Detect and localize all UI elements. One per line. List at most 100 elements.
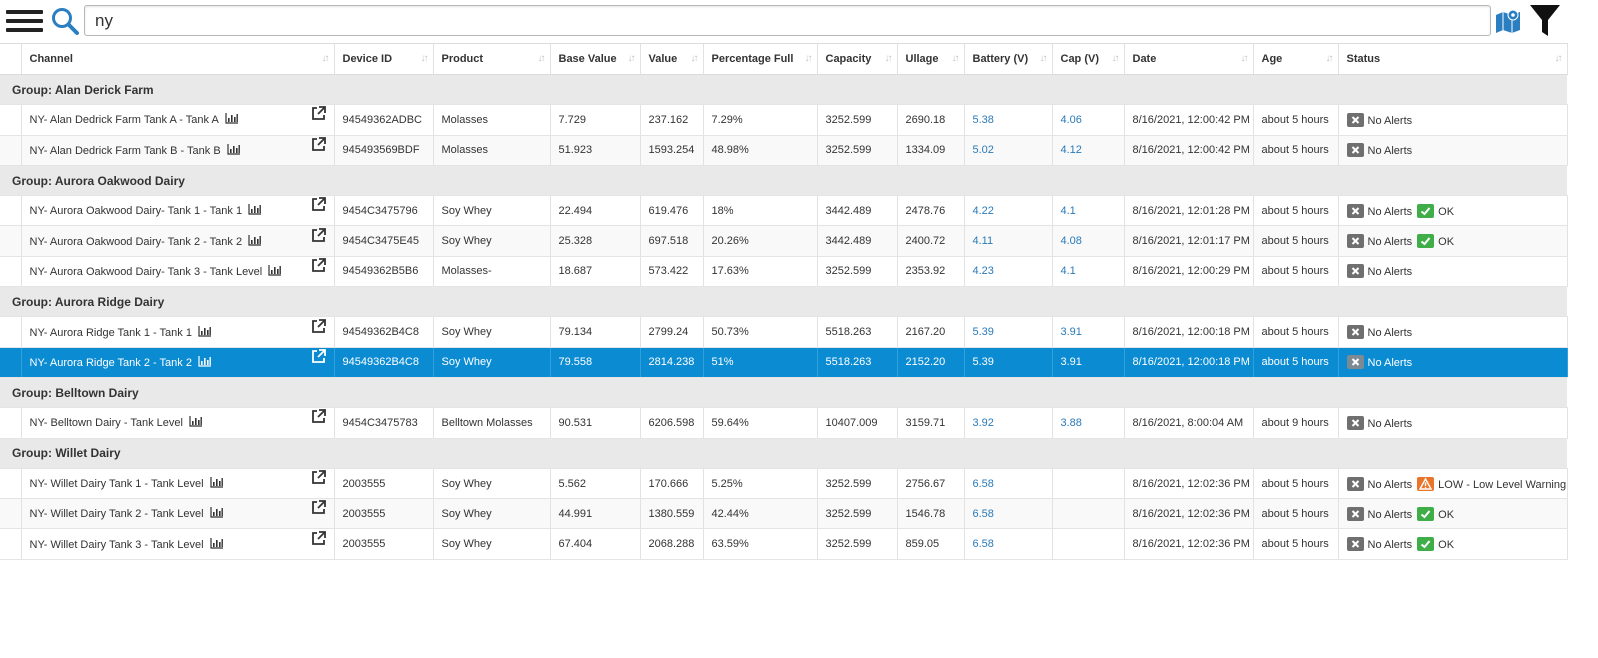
channel-cell[interactable]: NY- Willet Dairy Tank 1 - Tank Level — [21, 468, 335, 500]
column-header-age[interactable]: Age ↓↑ — [1253, 43, 1339, 75]
column-header-product[interactable]: Product ↓↑ — [433, 43, 551, 75]
funnel-filter-icon[interactable] — [1529, 3, 1561, 39]
table-row[interactable]: NY- Aurora Oakwood Dairy- Tank 2 - Tank … — [0, 225, 1568, 257]
sort-arrows-icon[interactable]: ↓↑ — [538, 53, 546, 64]
battery-cell[interactable]: 6.58 — [964, 468, 1053, 500]
column-header-ullage[interactable]: Ullage ↓↑ — [897, 43, 965, 75]
cap-cell[interactable]: 4.08 — [1052, 225, 1125, 257]
table-row[interactable]: NY- Aurora Oakwood Dairy- Tank 1 - Tank … — [0, 195, 1568, 227]
map-marker-icon[interactable] — [1494, 7, 1522, 35]
group-header-row[interactable]: Group: Belltown Dairy — [0, 377, 1567, 409]
channel-cell[interactable]: NY- Alan Dedrick Farm Tank B - Tank B — [21, 135, 335, 166]
channel-cell[interactable]: NY- Willet Dairy Tank 2 - Tank Level — [21, 498, 335, 530]
hamburger-menu-icon[interactable] — [6, 7, 43, 35]
bar-chart-icon[interactable] — [248, 234, 262, 246]
channel-cell[interactable]: NY- Aurora Oakwood Dairy- Tank 2 - Tank … — [21, 225, 335, 257]
column-header-battery[interactable]: Battery (V) ↓↑ — [964, 43, 1053, 75]
battery-cell[interactable]: 5.38 — [964, 104, 1053, 136]
bar-chart-icon[interactable] — [227, 143, 241, 155]
row-selector-cell[interactable] — [0, 528, 22, 560]
row-selector-cell[interactable] — [0, 347, 22, 378]
channel-cell[interactable]: NY- Belltown Dairy - Tank Level — [21, 407, 335, 439]
channel-cell[interactable]: NY- Aurora Ridge Tank 1 - Tank 1 — [21, 316, 335, 348]
battery-cell[interactable]: 5.39 — [964, 347, 1053, 378]
external-link-icon[interactable] — [311, 258, 326, 273]
bar-chart-icon[interactable] — [198, 325, 212, 337]
table-row[interactable]: NY- Aurora Oakwood Dairy- Tank 3 - Tank … — [0, 256, 1568, 288]
row-selector-cell[interactable] — [0, 256, 22, 288]
sort-arrows-icon[interactable]: ↓↑ — [1040, 53, 1048, 64]
row-selector-cell[interactable] — [0, 498, 22, 530]
column-header-date[interactable]: Date ↓↑ — [1124, 43, 1254, 75]
table-row[interactable]: NY- Willet Dairy Tank 2 - Tank Level 200… — [0, 498, 1568, 530]
sort-arrows-icon[interactable]: ↓↑ — [805, 53, 813, 64]
column-header-base-value[interactable]: Base Value ↓↑ — [550, 43, 641, 75]
cap-cell[interactable] — [1052, 498, 1125, 530]
column-header-status[interactable]: Status ↓↑ — [1338, 43, 1568, 75]
cap-cell[interactable]: 4.12 — [1052, 135, 1125, 166]
column-header-capacity[interactable]: Capacity ↓↑ — [817, 43, 898, 75]
table-row[interactable]: NY- Aurora Ridge Tank 2 - Tank 2 9454936… — [0, 347, 1568, 378]
channel-cell[interactable]: NY- Willet Dairy Tank 3 - Tank Level — [21, 528, 335, 560]
external-link-icon[interactable] — [311, 348, 326, 364]
cap-cell[interactable]: 3.88 — [1052, 407, 1125, 439]
battery-cell[interactable]: 5.02 — [964, 135, 1053, 166]
bar-chart-icon[interactable] — [209, 507, 224, 518]
channel-cell[interactable]: NY- Aurora Ridge Tank 2 - Tank 2 — [21, 347, 335, 378]
cap-cell[interactable]: 3.91 — [1052, 347, 1125, 378]
column-header-percentage-full[interactable]: Percentage Full ↓↑ — [703, 43, 818, 75]
cap-cell[interactable]: 3.91 — [1052, 316, 1125, 348]
row-selector-cell[interactable] — [0, 316, 22, 348]
external-link-icon[interactable] — [311, 530, 326, 546]
table-row[interactable]: NY- Aurora Ridge Tank 1 - Tank 1 9454936… — [0, 316, 1568, 348]
column-header-value[interactable]: Value ↓↑ — [640, 43, 704, 75]
battery-cell[interactable]: 6.58 — [964, 498, 1053, 530]
group-header-row[interactable]: Group: Alan Derick Farm — [0, 74, 1567, 106]
search-icon[interactable] — [50, 6, 80, 36]
group-header-row[interactable]: Group: Willet Dairy — [0, 438, 1567, 469]
bar-chart-icon[interactable] — [248, 204, 262, 215]
sort-arrows-icon[interactable]: ↓↑ — [1326, 53, 1334, 64]
cap-cell[interactable]: 4.1 — [1052, 256, 1125, 288]
column-header-cap[interactable]: Cap (V) ↓↑ — [1052, 43, 1125, 75]
channel-cell[interactable]: NY- Aurora Oakwood Dairy- Tank 3 - Tank … — [21, 256, 335, 288]
bar-chart-icon[interactable] — [225, 113, 239, 125]
battery-cell[interactable]: 4.23 — [964, 256, 1053, 288]
bar-chart-icon[interactable] — [209, 537, 224, 549]
sort-arrows-icon[interactable]: ↓↑ — [1241, 53, 1249, 64]
external-link-icon[interactable] — [311, 318, 326, 334]
cap-cell[interactable] — [1052, 528, 1125, 560]
external-link-icon[interactable] — [311, 470, 326, 485]
bar-chart-icon[interactable] — [189, 416, 203, 428]
column-header-device-id[interactable]: Device ID ↓↑ — [334, 43, 434, 75]
sort-arrows-icon[interactable]: ↓↑ — [885, 53, 893, 64]
sort-arrows-icon[interactable]: ↓↑ — [421, 53, 429, 64]
cap-cell[interactable]: 4.06 — [1052, 104, 1125, 136]
cap-cell[interactable]: 4.1 — [1052, 195, 1125, 227]
search-input[interactable] — [84, 5, 1491, 36]
row-selector-cell[interactable] — [0, 135, 22, 166]
row-selector-cell[interactable] — [0, 468, 22, 500]
row-selector-cell[interactable] — [0, 225, 22, 257]
external-link-icon[interactable] — [311, 500, 326, 515]
sort-arrows-icon[interactable]: ↓↑ — [1555, 53, 1563, 64]
channel-cell[interactable]: NY- Aurora Oakwood Dairy- Tank 1 - Tank … — [21, 195, 335, 227]
battery-cell[interactable]: 4.11 — [964, 225, 1053, 257]
row-selector-cell[interactable] — [0, 104, 22, 136]
sort-arrows-icon[interactable]: ↓↑ — [1112, 53, 1120, 64]
sort-arrows-icon[interactable]: ↓↑ — [628, 53, 636, 64]
row-selector-cell[interactable] — [0, 195, 22, 227]
external-link-icon[interactable] — [311, 197, 326, 212]
battery-cell[interactable]: 6.58 — [964, 528, 1053, 560]
table-row[interactable]: NY- Belltown Dairy - Tank Level 9454C347… — [0, 407, 1568, 439]
row-selector-cell[interactable] — [0, 407, 22, 439]
group-header-row[interactable]: Group: Aurora Ridge Dairy — [0, 286, 1567, 318]
table-row[interactable]: NY- Willet Dairy Tank 3 - Tank Level 200… — [0, 528, 1568, 560]
external-link-icon[interactable] — [311, 409, 326, 424]
battery-cell[interactable]: 4.22 — [964, 195, 1053, 227]
table-row[interactable]: NY- Alan Dedrick Farm Tank B - Tank B 94… — [0, 135, 1568, 166]
column-header-channel[interactable]: Channel ↓↑ — [21, 43, 335, 75]
table-row[interactable]: NY- Alan Dedrick Farm Tank A - Tank A 94… — [0, 104, 1568, 136]
group-header-row[interactable]: Group: Aurora Oakwood Dairy — [0, 165, 1567, 197]
channel-cell[interactable]: NY- Alan Dedrick Farm Tank A - Tank A — [21, 104, 335, 136]
